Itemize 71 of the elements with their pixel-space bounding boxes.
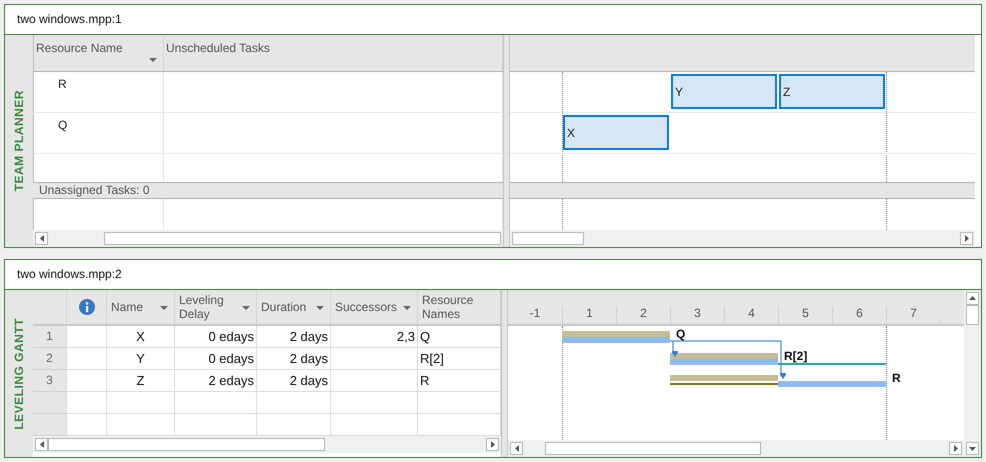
timescale-label: 6 <box>832 306 886 324</box>
table-cell: 2 edays <box>175 370 257 392</box>
right-triangle-icon <box>954 445 958 452</box>
task-box[interactable]: Z <box>779 74 885 109</box>
down-triangle-icon <box>969 446 976 450</box>
timescale-label: 1 <box>562 306 616 324</box>
task-box[interactable]: X <box>563 115 669 150</box>
scroll-left-button[interactable] <box>510 442 523 455</box>
dropdown-icon[interactable] <box>149 58 157 63</box>
scrollbar-thumb[interactable] <box>966 304 979 325</box>
column-header[interactable]: Duration <box>257 290 331 324</box>
table-cell: X <box>107 326 175 348</box>
timescale-label: 4 <box>724 306 778 324</box>
bar-label: R <box>892 370 901 385</box>
scroll-right-button[interactable] <box>486 438 499 451</box>
unassigned-tasks-bar: Unassigned Tasks: 0 <box>33 182 503 199</box>
left-triangle-icon <box>514 445 518 452</box>
table-cell: 2 days <box>257 326 331 348</box>
dropdown-icon[interactable] <box>403 306 411 311</box>
column-header[interactable]: Leveling Delay <box>175 290 257 324</box>
column-header[interactable]: Name <box>107 290 175 324</box>
resource-name: Q <box>34 113 164 153</box>
table-cell: 2 days <box>257 348 331 370</box>
row-number[interactable]: 2 <box>33 348 67 370</box>
resource-name: R <box>34 72 164 112</box>
table-cell <box>67 392 107 414</box>
scroll-right-button[interactable] <box>949 442 962 455</box>
right-triangle-icon <box>964 234 968 242</box>
table-cell: 0 edays <box>175 348 257 370</box>
row-number[interactable]: 3 <box>33 370 67 392</box>
row-header-cell[interactable] <box>33 392 67 414</box>
left-triangle-icon <box>40 234 44 242</box>
left-triangle-icon <box>40 440 44 448</box>
scroll-down-button[interactable] <box>966 442 979 455</box>
up-triangle-icon <box>969 296 976 300</box>
dropdown-icon[interactable] <box>160 306 168 311</box>
table-cell: 0 edays <box>175 326 257 348</box>
table-cell <box>67 348 107 370</box>
bar-label: R[2] <box>784 348 808 363</box>
timescale-label: 2 <box>616 306 670 324</box>
table-cell: Y <box>107 348 175 370</box>
task-bar[interactable] <box>778 380 886 387</box>
dropdown-icon[interactable] <box>242 306 250 311</box>
right-triangle-icon <box>490 440 494 448</box>
scrollbar-thumb[interactable] <box>512 232 584 245</box>
table-cell: 2,3 <box>331 326 418 348</box>
scrollbar-thumb[interactable] <box>545 442 761 455</box>
row-number[interactable]: 1 <box>33 326 67 348</box>
table-cell: Z <box>107 370 175 392</box>
timescale-label: 3 <box>670 306 724 324</box>
scroll-up-button[interactable] <box>966 292 979 305</box>
table-cell: 2 days <box>257 370 331 392</box>
scrollbar-thumb[interactable] <box>48 438 325 451</box>
timescale-label: -1 <box>528 306 542 322</box>
scroll-right-button[interactable] <box>960 232 973 245</box>
task-box[interactable]: Y <box>671 74 777 109</box>
table-cell <box>107 392 175 414</box>
table-cell <box>67 370 107 392</box>
scroll-left-button[interactable] <box>35 438 48 451</box>
column-header[interactable]: Resource Name <box>34 35 164 71</box>
row-header-cell[interactable] <box>33 414 67 436</box>
timescale-label: 5 <box>778 306 832 324</box>
timescale-label: 7 <box>886 306 940 324</box>
bar-label: Q <box>676 326 686 341</box>
scroll-left-button[interactable] <box>35 232 48 245</box>
column-header[interactable]: Successors <box>331 290 418 324</box>
view-label: TEAM PLANNER <box>12 90 26 192</box>
view-label: LEVELING GANTT <box>12 318 26 430</box>
info-icon <box>78 298 94 315</box>
scrollbar-thumb[interactable] <box>104 232 501 245</box>
dropdown-icon[interactable] <box>316 306 324 311</box>
